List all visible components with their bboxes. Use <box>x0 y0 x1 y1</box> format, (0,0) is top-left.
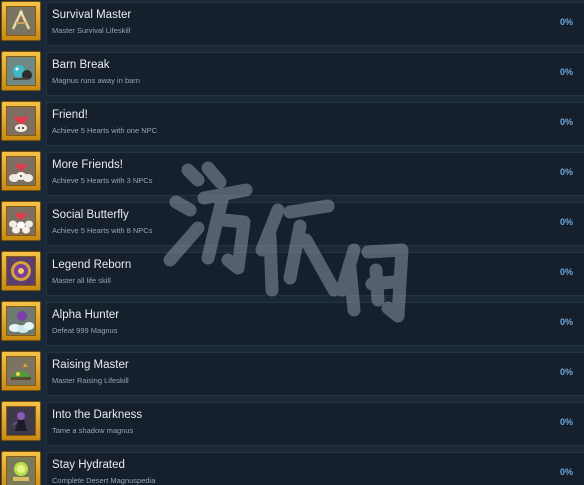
shadow-icon <box>6 406 36 436</box>
achievement-title: More Friends! <box>52 159 123 171</box>
achievement-row[interactable]: Barn Break Magnus runs away in barn 0% <box>0 50 584 96</box>
achievement-row[interactable]: Legend Reborn Master all life skill 0% <box>0 250 584 296</box>
row-background <box>46 152 584 196</box>
achievement-badge <box>1 401 41 441</box>
achievement-row[interactable]: Survival Master Master Survival Lifeskil… <box>0 0 584 46</box>
row-background <box>46 302 584 346</box>
creature-icon <box>6 56 36 86</box>
row-background <box>46 102 584 146</box>
achievement-progress: 0% <box>559 267 573 277</box>
achievement-row[interactable]: Friend! Achieve 5 Hearts with one NPC 0% <box>0 100 584 146</box>
hearts-icon <box>6 156 36 186</box>
achievement-progress: 0% <box>559 17 573 27</box>
achievement-description: Achieve 5 Hearts with 3 NPCs <box>52 176 153 185</box>
achievement-progress: 0% <box>559 217 573 227</box>
achievement-progress: 0% <box>559 167 573 177</box>
achievement-title: Alpha Hunter <box>52 309 120 321</box>
achievement-description: Magnus runs away in barn <box>52 76 140 85</box>
row-background <box>46 52 584 96</box>
hunter-icon <box>6 306 36 336</box>
achievement-title: Stay Hydrated <box>52 459 125 471</box>
achievement-badge <box>1 51 41 91</box>
achievement-list: Survival Master Master Survival Lifeskil… <box>0 0 584 485</box>
achievement-badge <box>1 351 41 391</box>
raising-icon <box>6 356 36 386</box>
achievement-badge <box>1 1 41 41</box>
achievement-progress: 0% <box>559 417 573 427</box>
achievement-row[interactable]: More Friends! Achieve 5 Hearts with 3 NP… <box>0 150 584 196</box>
achievement-description: Achieve 5 Hearts with one NPC <box>52 126 158 135</box>
achievement-title: Barn Break <box>52 59 110 71</box>
achievement-badge <box>1 301 41 341</box>
achievement-title: Friend! <box>52 109 88 121</box>
achievement-title: Raising Master <box>52 359 129 371</box>
achievement-description: Defeat 999 Magnus <box>52 326 118 335</box>
achievement-progress: 0% <box>559 67 573 77</box>
achievement-progress: 0% <box>559 467 573 477</box>
achievement-badge <box>1 101 41 141</box>
achievement-title: Social Butterfly <box>52 209 129 221</box>
achievement-description: Master Survival Lifeskill <box>52 26 131 35</box>
achievement-title: Into the Darkness <box>52 409 143 421</box>
achievement-row[interactable]: Raising Master Master Raising Lifeskill … <box>0 350 584 396</box>
drink-icon <box>6 456 36 485</box>
tools-icon <box>6 6 36 36</box>
achievement-progress: 0% <box>559 317 573 327</box>
achievement-progress: 0% <box>559 367 573 377</box>
achievement-title: Legend Reborn <box>52 259 132 271</box>
achievement-description: Tame a shadow magnus <box>52 426 134 435</box>
achievement-row[interactable]: Stay Hydrated Complete Desert Magnuspedi… <box>0 450 584 485</box>
achievement-badge <box>1 251 41 291</box>
achievement-row[interactable]: Social Butterfly Achieve 5 Hearts with 8… <box>0 200 584 246</box>
achievement-badge <box>1 201 41 241</box>
achievement-title: Survival Master <box>52 9 132 21</box>
achievement-badge <box>1 451 41 485</box>
achievement-row[interactable]: Into the Darkness Tame a shadow magnus 0… <box>0 400 584 446</box>
many-hearts-icon <box>6 206 36 236</box>
heart-icon <box>6 106 36 136</box>
achievement-row[interactable]: Alpha Hunter Defeat 999 Magnus 0% <box>0 300 584 346</box>
achievement-progress: 0% <box>559 117 573 127</box>
achievement-description: Achieve 5 Hearts with 8 NPCs <box>52 226 153 235</box>
achievement-description: Master all life skill <box>52 276 111 285</box>
achievement-badge <box>1 151 41 191</box>
emblem-icon <box>6 256 36 286</box>
achievement-description: Complete Desert Magnuspedia <box>52 476 156 485</box>
achievement-description: Master Raising Lifeskill <box>52 376 129 385</box>
